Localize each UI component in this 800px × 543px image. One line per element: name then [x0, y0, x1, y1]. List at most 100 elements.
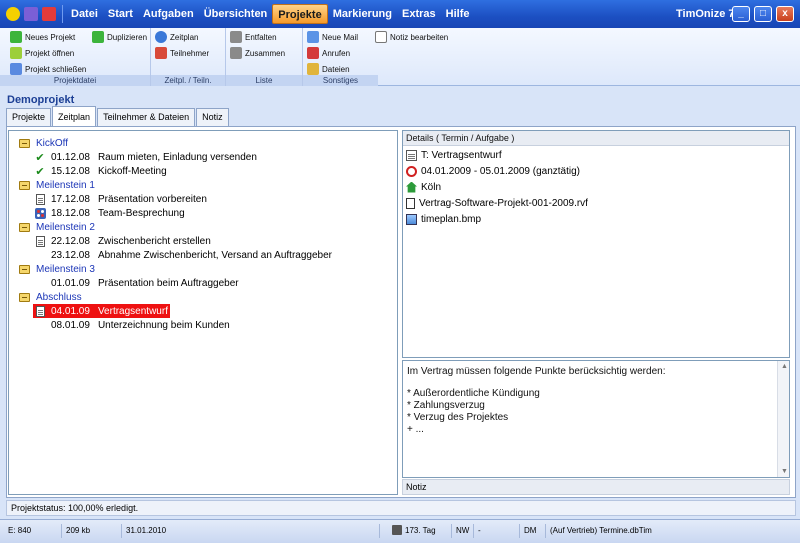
notes-scrollbar[interactable]: ▲ ▼ — [777, 361, 789, 477]
folder-icon — [19, 292, 30, 302]
status-file: (Auf Vertrieb) Termine.dbTim — [550, 526, 652, 535]
tab-zeitplan[interactable]: Zeitplan — [52, 106, 97, 126]
menu-uebersichten[interactable]: Übersichten — [199, 4, 273, 24]
tree-group[interactable]: Meilenstein 2 — [19, 220, 95, 234]
open-project-button[interactable]: Projekt öffnen — [10, 47, 74, 59]
quick-access-toolbar — [0, 5, 66, 23]
minimize-button[interactable]: _ — [732, 6, 750, 22]
clock-icon — [155, 31, 167, 43]
scroll-down-icon[interactable]: ▼ — [781, 468, 788, 475]
tab-notiz[interactable]: Notiz — [196, 108, 229, 126]
tree-item[interactable]: 23.12.08 Abnahme Zwischenbericht, Versan… — [33, 248, 332, 262]
folder-icon — [19, 264, 30, 274]
expand-tree-icon — [230, 31, 242, 43]
ribbon-group-title: Zeitpl. / Teiln. — [151, 75, 225, 86]
note-line: * Verzug des Projektes — [407, 412, 509, 423]
details-panel: Details ( Termin / Aufgabe ) T: Vertrags… — [402, 130, 790, 358]
ribbon-group-liste: Entfalten Zusammen Liste — [226, 28, 303, 86]
document-icon — [33, 235, 47, 247]
duplicate-icon — [92, 31, 104, 43]
project-title: Demoprojekt — [7, 94, 75, 106]
check-icon: ✔ — [35, 151, 45, 164]
ribbon: Neues Projekt Duplizieren Projekt öffnen… — [0, 28, 800, 86]
meeting-icon — [33, 207, 47, 219]
tree-group[interactable]: Abschluss — [19, 290, 82, 304]
status-dash: - — [474, 524, 520, 538]
close-button[interactable]: x — [776, 6, 794, 22]
document-icon — [33, 193, 47, 205]
window-controls: _ □ x — [732, 6, 794, 22]
note-line: Im Vertrag müssen folgende Punkte berück… — [407, 366, 666, 377]
mail-icon — [307, 31, 319, 43]
app-icon[interactable] — [6, 7, 20, 21]
location-icon — [406, 181, 417, 193]
participants-button[interactable]: Teilnehmer — [155, 47, 209, 59]
maximize-button[interactable]: □ — [754, 6, 772, 22]
network-icon — [392, 525, 402, 535]
tree-item[interactable]: 17.12.08 Präsentation vorbereiten — [33, 192, 207, 206]
scroll-up-icon[interactable]: ▲ — [781, 363, 788, 370]
new-project-button[interactable]: Neues Projekt — [10, 31, 75, 43]
tab-teilnehmer-dateien[interactable]: Teilnehmer & Dateien — [97, 108, 196, 126]
new-mail-button[interactable]: Neue Mail — [307, 31, 358, 43]
schedule-button[interactable]: Zeitplan — [155, 31, 198, 43]
menu-extras[interactable]: Extras — [397, 4, 441, 24]
schedule-tree: KickOff ✔ 01.12.08 Raum mieten, Einladun… — [8, 130, 398, 495]
tree-item[interactable]: 18.12.08 Team-Besprechung — [33, 206, 185, 220]
ribbon-group-title: Sonstiges — [303, 75, 378, 86]
phone-icon — [307, 47, 319, 59]
plus-icon — [10, 31, 22, 43]
image-icon — [406, 213, 417, 225]
check-icon: ✔ — [35, 165, 45, 178]
details-header: Details ( Termin / Aufgabe ) — [403, 131, 789, 146]
tree-item[interactable]: 22.12.08 Zwischenbericht erstellen — [33, 234, 211, 248]
tab-bar: Projekte Zeitplan Teilnehmer & Dateien N… — [6, 106, 230, 126]
print-icon[interactable] — [42, 7, 56, 21]
note-line: + ... — [407, 424, 424, 435]
open-folder-icon — [10, 47, 22, 59]
expand-button[interactable]: Entfalten — [230, 31, 277, 43]
menu-start[interactable]: Start — [103, 4, 138, 24]
call-button[interactable]: Anrufen — [307, 47, 350, 59]
duplicate-button[interactable]: Duplizieren — [92, 31, 147, 43]
detail-date: 04.01.2009 - 05.01.2009 (ganztätig) — [406, 164, 580, 178]
files-button[interactable]: Dateien — [307, 63, 350, 75]
menu-hilfe[interactable]: Hilfe — [441, 4, 475, 24]
note-icon — [375, 31, 387, 43]
project-header: Demoprojekt — [0, 86, 800, 106]
note-line: * Zahlungsverzug — [407, 400, 485, 411]
save-icon[interactable] — [24, 7, 38, 21]
tree-group[interactable]: Meilenstein 3 — [19, 262, 95, 276]
status-date: 31.01.2010 — [122, 524, 380, 538]
detail-attachment[interactable]: timeplan.bmp — [406, 212, 481, 226]
collapse-button[interactable]: Zusammen — [230, 47, 285, 59]
status-entries: E: 840 — [4, 524, 62, 538]
close-project-button[interactable]: Projekt schließen — [10, 63, 86, 75]
menu-aufgaben[interactable]: Aufgaben — [138, 4, 199, 24]
tree-item[interactable]: ✔ 01.12.08 Raum mieten, Einladung versen… — [33, 150, 257, 164]
tree-item-selected[interactable]: 04.01.09 Vertragsentwurf — [33, 304, 170, 318]
close-project-icon — [10, 63, 22, 75]
menu-markierung[interactable]: Markierung — [328, 4, 397, 24]
tree-item[interactable]: 08.01.09 Unterzeichnung beim Kunden — [33, 318, 230, 332]
tree-item[interactable]: ✔ 15.12.08 Kickoff-Meeting — [33, 164, 166, 178]
menu-bar: Datei Start Aufgaben Übersichten Projekt… — [0, 0, 800, 28]
ribbon-group-projektdatei: Neues Projekt Duplizieren Projekt öffnen… — [0, 28, 151, 86]
detail-title: T: Vertragsentwurf — [406, 148, 502, 162]
tree-item[interactable]: 01.01.09 Präsentation beim Auftraggeber — [33, 276, 239, 290]
menu-projekte[interactable]: Projekte — [272, 4, 328, 24]
file-icon — [406, 197, 415, 209]
tree-group[interactable]: Meilenstein 1 — [19, 178, 95, 192]
ribbon-group-zeitplan: Zeitplan Teilnehmer Zeitpl. / Teiln. — [151, 28, 226, 86]
edit-note-button[interactable]: Notiz bearbeiten — [375, 31, 448, 43]
toolbar-separator — [62, 5, 63, 23]
detail-location: Köln — [406, 180, 441, 194]
notes-panel[interactable]: Im Vertrag müssen folgende Punkte berück… — [402, 360, 790, 478]
menu-datei[interactable]: Datei — [66, 4, 103, 24]
detail-attachment[interactable]: Vertrag-Software-Projekt-001-2009.rvf — [406, 196, 588, 210]
tree-group[interactable]: KickOff — [19, 136, 68, 150]
ribbon-group-title: Liste — [226, 75, 302, 86]
document-icon — [406, 149, 417, 161]
tab-projekte[interactable]: Projekte — [6, 108, 52, 126]
notes-footer: Notiz — [402, 479, 790, 495]
